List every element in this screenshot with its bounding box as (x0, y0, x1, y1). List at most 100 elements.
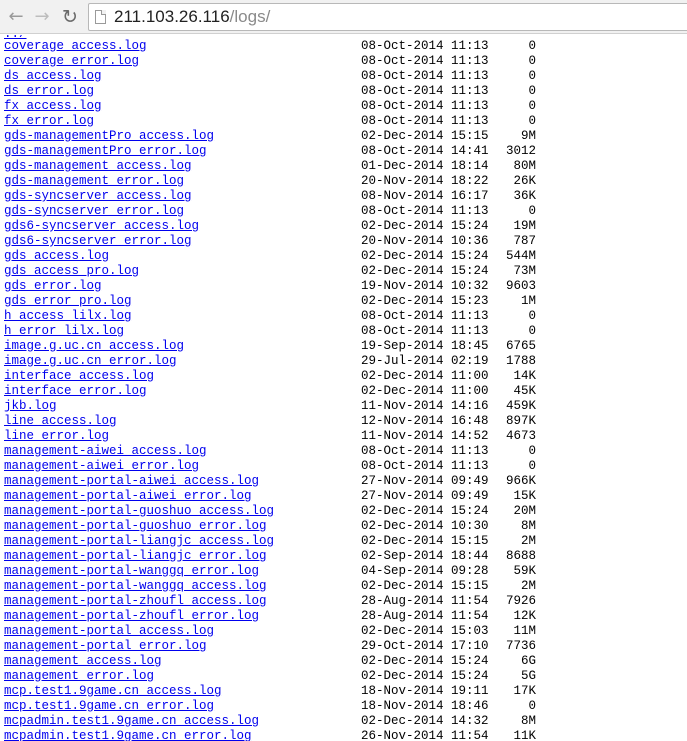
file-date: 02-Dec-2014 10:30 (361, 519, 489, 533)
file-date: 02-Dec-2014 14:32 (361, 714, 489, 728)
file-size: 2M (520, 579, 536, 593)
file-row: interface_access.log 02-Dec-2014 11:00 14K (0, 369, 687, 384)
file-size: 8688 (505, 549, 536, 563)
file-link[interactable]: gds-managementPro_access.log (4, 129, 214, 144)
file-row: jkb.log 11-Nov-2014 14:16 459K (0, 399, 687, 414)
file-link[interactable]: management-portal-zhoufl_access.log (4, 594, 267, 609)
file-link[interactable]: line_error.log (4, 429, 109, 444)
file-link[interactable]: management-portal-liangjc_error.log (4, 549, 267, 564)
file-link[interactable]: fx_access.log (4, 99, 102, 114)
file-row: management-portal-zhoufl_error.log 28-Aug… (0, 609, 687, 624)
file-row: ds_error.log 08-Oct-2014 11:13 0 (0, 84, 687, 99)
file-row: fx_access.log 08-Oct-2014 11:13 0 (0, 99, 687, 114)
file-date: 02-Dec-2014 15:24 (361, 219, 489, 233)
file-link[interactable]: management-portal-guoshuo_access.log (4, 504, 274, 519)
file-link[interactable]: h_error_lilx.log (4, 324, 124, 339)
file-link[interactable]: fx_error.log (4, 114, 94, 129)
file-row: gds-managementPro_access.log 02-Dec-2014 … (0, 129, 687, 144)
file-row: h_access_lilx.log 08-Oct-2014 11:13 0 (0, 309, 687, 324)
file-link[interactable]: gds-managementPro_error.log (4, 144, 207, 159)
file-link[interactable]: gds6-syncserver_error.log (4, 234, 192, 249)
file-link[interactable]: management_access.log (4, 654, 162, 669)
file-size: 12K (513, 609, 536, 623)
file-link[interactable]: management-portal-aiwei_error.log (4, 489, 252, 504)
file-size: 17K (513, 684, 536, 698)
file-date: 11-Nov-2014 14:52 (361, 429, 489, 443)
file-link[interactable]: gds_access.log (4, 249, 109, 264)
file-size: 0 (528, 114, 536, 128)
file-size: 4673 (505, 429, 536, 443)
file-size: 966K (505, 474, 536, 488)
file-link[interactable]: interface_error.log (4, 384, 147, 399)
file-row: mcpadmin.test1.9game.cn_access.log 02-Dec… (0, 714, 687, 729)
file-row: management-portal-zhoufl_access.log 28-Au… (0, 594, 687, 609)
file-link[interactable]: coverage_error.log (4, 54, 139, 69)
file-link[interactable]: gds_error.log (4, 279, 102, 294)
file-row: management-portal-aiwei_access.log 27-Nov… (0, 474, 687, 489)
file-row: gds-managementPro_error.log 08-Oct-2014 1… (0, 144, 687, 159)
file-date: 27-Nov-2014 09:49 (361, 474, 489, 488)
file-link[interactable]: management-aiwei_access.log (4, 444, 207, 459)
file-link[interactable]: gds_error_pro.log (4, 294, 132, 309)
file-row: mcp.test1.9game.cn_error.log 18-Nov-2014 … (0, 699, 687, 714)
file-size: 36K (513, 189, 536, 203)
file-row: gds-management_access.log 01-Dec-2014 18:… (0, 159, 687, 174)
file-link[interactable]: h_access_lilx.log (4, 309, 132, 324)
file-link[interactable]: management-portal-zhoufl_error.log (4, 609, 259, 624)
file-date: 08-Oct-2014 11:13 (361, 69, 489, 83)
address-bar[interactable]: 211.103.26.116/logs/ (88, 3, 687, 31)
file-link[interactable]: management-portal-wanggq_error.log (4, 564, 259, 579)
file-row: mcpadmin.test1.9game.cn_error.log 26-Nov-… (0, 729, 687, 741)
file-row: management-portal-wanggq_access.log 02-De… (0, 579, 687, 594)
file-size: 9603 (505, 279, 536, 293)
file-date: 02-Dec-2014 15:23 (361, 294, 489, 308)
file-link[interactable]: management-portal-aiwei_access.log (4, 474, 259, 489)
file-date: 11-Nov-2014 14:16 (361, 399, 489, 413)
file-link[interactable]: interface_access.log (4, 369, 154, 384)
file-row: interface_error.log 02-Dec-2014 11:00 45K (0, 384, 687, 399)
file-link[interactable]: gds6-syncserver_access.log (4, 219, 199, 234)
file-link[interactable]: management-portal_access.log (4, 624, 214, 639)
file-link[interactable]: ds_error.log (4, 84, 94, 99)
file-date: 02-Sep-2014 18:44 (361, 549, 489, 563)
file-link[interactable]: jkb.log (4, 399, 57, 414)
file-link[interactable]: coverage_access.log (4, 39, 147, 54)
file-row: h_error_lilx.log 08-Oct-2014 11:13 0 (0, 324, 687, 339)
file-link[interactable]: image.g.uc.cn_access.log (4, 339, 184, 354)
arrow-right-icon[interactable]: → (30, 5, 54, 29)
arrow-left-icon[interactable]: ← (4, 5, 28, 29)
reload-icon[interactable]: ↻ (58, 5, 82, 29)
file-size: 0 (528, 699, 536, 713)
file-link[interactable]: management-portal_error.log (4, 639, 207, 654)
file-row: gds6-syncserver_error.log 20-Nov-2014 10:… (0, 234, 687, 249)
file-link[interactable]: gds-syncserver_access.log (4, 189, 192, 204)
file-date: 08-Oct-2014 11:13 (361, 459, 489, 473)
file-link[interactable]: image.g.uc.cn_error.log (4, 354, 177, 369)
file-link[interactable]: ds_access.log (4, 69, 102, 84)
file-date: 02-Dec-2014 11:00 (361, 384, 489, 398)
file-link[interactable]: management-portal-guoshuo_error.log (4, 519, 267, 534)
file-date: 02-Dec-2014 15:24 (361, 654, 489, 668)
file-link[interactable]: management-portal-wanggq_access.log (4, 579, 267, 594)
file-link[interactable]: management-portal-liangjc_access.log (4, 534, 274, 549)
file-link[interactable]: gds-syncserver_error.log (4, 204, 184, 219)
file-link[interactable]: mcp.test1.9game.cn_access.log (4, 684, 222, 699)
page-icon (95, 10, 106, 24)
file-date: 08-Oct-2014 11:13 (361, 54, 489, 68)
file-row: line_error.log 11-Nov-2014 14:52 4673 (0, 429, 687, 444)
file-date: 08-Oct-2014 11:13 (361, 114, 489, 128)
file-link[interactable]: line_access.log (4, 414, 117, 429)
file-link[interactable]: gds-management_access.log (4, 159, 192, 174)
file-row: gds-management_error.log 20-Nov-2014 18:2… (0, 174, 687, 189)
file-link[interactable]: mcp.test1.9game.cn_error.log (4, 699, 214, 714)
file-size: 0 (528, 444, 536, 458)
file-size: 459K (505, 399, 536, 413)
file-link[interactable]: mcpadmin.test1.9game.cn_access.log (4, 714, 259, 729)
file-link[interactable]: gds-management_error.log (4, 174, 184, 189)
file-date: 08-Oct-2014 11:13 (361, 39, 489, 53)
file-date: 02-Dec-2014 15:24 (361, 669, 489, 683)
file-link[interactable]: mcpadmin.test1.9game.cn_error.log (4, 729, 252, 741)
file-link[interactable]: gds_access_pro.log (4, 264, 139, 279)
file-link[interactable]: management_error.log (4, 669, 154, 684)
file-link[interactable]: management-aiwei_error.log (4, 459, 199, 474)
